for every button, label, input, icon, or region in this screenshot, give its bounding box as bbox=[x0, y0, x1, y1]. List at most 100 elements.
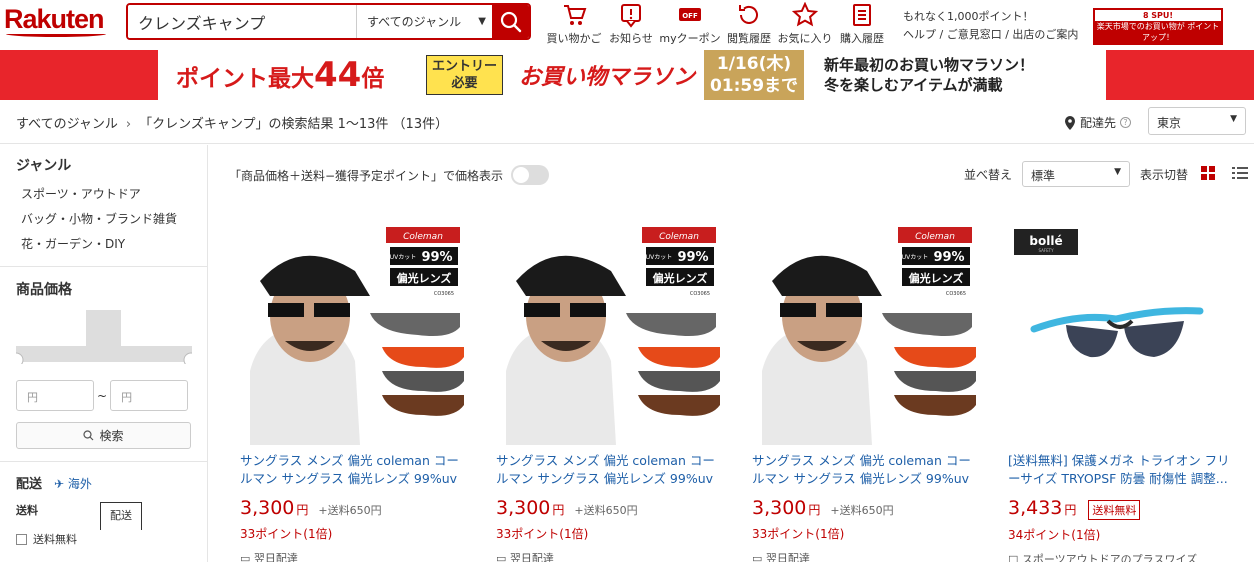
price-max-input[interactable]: 円 bbox=[110, 380, 189, 411]
price-currency: 円 bbox=[552, 503, 565, 517]
product-card[interactable]: Coleman UVカット 99% 偏光レンズ CO3065 サングラス メンズ… bbox=[496, 221, 720, 562]
svg-text:Coleman: Coleman bbox=[915, 232, 955, 242]
spu-banner[interactable]: 8 SPU! 楽天市場でのお買い物が ポイントアップ！ bbox=[1093, 8, 1223, 45]
header: Rakuten すべてのジャンル ▼ 買い物かご お知らせ OFF bbox=[0, 0, 1254, 50]
page: Rakuten すべてのジャンル ▼ 買い物かご お知らせ OFF bbox=[0, 0, 1254, 562]
campaign-points-suffix: 倍 bbox=[361, 66, 385, 92]
campaign-deadline: 1/16(木) 01:59まで bbox=[704, 50, 804, 100]
price-value: 3,300 bbox=[496, 497, 551, 519]
nav-label: 買い物かご bbox=[546, 32, 602, 45]
search-button[interactable] bbox=[492, 5, 529, 38]
svg-text:99%: 99% bbox=[933, 250, 964, 265]
notification-icon bbox=[621, 4, 641, 28]
free-shipping-badge: 送料無料 bbox=[1088, 500, 1141, 520]
safety-glasses-image: bollé SAFETY bbox=[1008, 221, 1232, 445]
header-links: もれなく1,000ポイント！ ヘルプ / ご意見窓口 / 出店のご案内 bbox=[903, 8, 1078, 44]
overseas-link[interactable]: ✈ 海外 bbox=[54, 475, 92, 492]
shop-icon: □ bbox=[1008, 553, 1019, 562]
free-shipping-checkbox[interactable] bbox=[16, 533, 27, 545]
price-search-button[interactable]: 検索 bbox=[16, 422, 191, 449]
price-histogram-slider[interactable] bbox=[16, 310, 192, 364]
list-view-icon[interactable] bbox=[1232, 166, 1248, 180]
nav-label: 購入履歴 bbox=[840, 32, 884, 45]
genre-link[interactable]: バッグ・小物・ブランド雑貨 bbox=[0, 206, 207, 231]
nav-label: myクーポン bbox=[659, 32, 721, 45]
airplane-icon: ✈ bbox=[54, 477, 65, 491]
price-currency: 円 bbox=[296, 503, 309, 517]
next-day-delivery: ▭ 翌日配達 bbox=[496, 550, 720, 562]
search-input[interactable] bbox=[128, 5, 356, 38]
delivery-truck-icon: ▭ bbox=[496, 552, 507, 562]
product-title[interactable]: サングラス メンズ 偏光 coleman コールマン サングラス 偏光レンズ 9… bbox=[752, 452, 976, 488]
prefecture-select[interactable]: 東京 ▼ bbox=[1148, 107, 1246, 135]
caret-down-icon: ▼ bbox=[478, 16, 486, 27]
nav-favorites[interactable]: お気に入り bbox=[776, 2, 834, 46]
main-content: 「商品価格＋送料−獲得予定ポイント」で価格表示 並べ替え 標準 ▼ 表示切替 C… bbox=[209, 145, 1254, 562]
campaign-points-value: 44 bbox=[314, 55, 362, 95]
campaign-entry-badge: エントリー 必要 bbox=[426, 55, 503, 95]
sort-select[interactable]: 標準 ▼ bbox=[1022, 161, 1130, 187]
product-price: 3,300 円 +送料650円 bbox=[496, 497, 720, 519]
points-notice[interactable]: もれなく1,000ポイント！ bbox=[903, 8, 1078, 26]
sunglasses-model-image: Coleman UVカット 99% 偏光レンズ CO3065 bbox=[496, 221, 720, 445]
search-result-summary: 「クレンズキャンプ」の検索結果 1〜13件 （13件） bbox=[139, 117, 449, 132]
view-toggle-label: 表示切替 bbox=[1140, 168, 1189, 182]
shipping-fee: +送料650円 bbox=[574, 504, 638, 517]
svg-text:bollé: bollé bbox=[1029, 234, 1062, 248]
help-links[interactable]: ヘルプ / ご意見窓口 / 出店のご案内 bbox=[903, 26, 1078, 44]
product-title[interactable]: サングラス メンズ 偏光 coleman コールマン サングラス 偏光レンズ 9… bbox=[496, 452, 720, 488]
genre-select-value: すべてのジャンル bbox=[367, 15, 462, 29]
delivery-text: 翌日配達 bbox=[253, 552, 298, 562]
nav-purchase-history[interactable]: 購入履歴 bbox=[834, 2, 890, 46]
shop-name[interactable]: □ スポーツアウトドアのプラスワイズ bbox=[1008, 551, 1232, 562]
product-card[interactable]: Coleman UVカット 99% 偏光レンズ CO3065 サングラス メンズ… bbox=[752, 221, 976, 562]
location-pin-icon bbox=[1065, 115, 1075, 130]
caret-down-icon: ▼ bbox=[1230, 114, 1237, 124]
price-range-separator: ~ bbox=[97, 388, 108, 403]
shipping-fee: +送料650円 bbox=[830, 504, 894, 517]
product-points: 33ポイント(1倍) bbox=[496, 527, 589, 541]
free-shipping-filter[interactable]: 送料無料 bbox=[16, 531, 77, 547]
delivery-text: 翌日配達 bbox=[765, 552, 810, 562]
product-card[interactable]: Coleman UVカット 99% 偏光レンズ CO3065 サングラス メンズ… bbox=[240, 221, 464, 562]
product-title[interactable]: サングラス メンズ 偏光 coleman コールマン サングラス 偏光レンズ 9… bbox=[240, 452, 464, 488]
ship-to-label: 配達先 bbox=[1080, 116, 1117, 130]
campaign-banner[interactable]: ポイント最大44倍 エントリー 必要 お買い物マラソン 1/16(木) 01:5… bbox=[0, 50, 1254, 100]
spu-banner-title: 8 SPU! bbox=[1095, 10, 1221, 21]
genre-link[interactable]: 花・ガーデン・DIY bbox=[0, 231, 207, 256]
entry-line1: エントリー bbox=[431, 59, 497, 74]
search-icon bbox=[83, 430, 94, 441]
nav-label: お知らせ bbox=[609, 32, 653, 45]
price-display-label: 「商品価格＋送料−獲得予定ポイント」で価格表示 bbox=[229, 168, 504, 183]
nav-cart[interactable]: 買い物かご bbox=[544, 2, 604, 46]
product-card[interactable]: bollé SAFETY [送料無料] 保護メガネ トライオン フリーサイズ T… bbox=[1008, 221, 1232, 562]
product-price: 3,433 円 送料無料 bbox=[1008, 497, 1232, 520]
search-icon bbox=[500, 11, 521, 32]
nav-notifications[interactable]: お知らせ bbox=[604, 2, 658, 46]
product-image[interactable]: Coleman UVカット 99% 偏光レンズ CO3065 bbox=[496, 221, 720, 445]
product-image[interactable]: Coleman UVカット 99% 偏光レンズ CO3065 bbox=[752, 221, 976, 445]
svg-text:偏光レンズ: 偏光レンズ bbox=[909, 271, 964, 285]
nav-history[interactable]: 閲覧履歴 bbox=[722, 2, 776, 46]
nav-label: お気に入り bbox=[777, 32, 833, 45]
search-bar: すべてのジャンル ▼ bbox=[126, 3, 531, 40]
price-currency: 円 bbox=[808, 503, 821, 517]
delivery-tab[interactable]: 配送 bbox=[100, 502, 142, 530]
price-search-label: 検索 bbox=[99, 429, 124, 443]
genre-link[interactable]: スポーツ・アウトドア bbox=[0, 181, 207, 206]
grid-view-icon[interactable] bbox=[1201, 166, 1215, 180]
product-image[interactable]: bollé SAFETY bbox=[1008, 221, 1232, 445]
price-min-input[interactable]: 円 bbox=[16, 380, 94, 411]
genre-heading: ジャンル bbox=[16, 158, 72, 174]
breadcrumb-root[interactable]: すべてのジャンル bbox=[16, 117, 118, 132]
shopping-cart-icon bbox=[564, 5, 587, 25]
product-title[interactable]: [送料無料] 保護メガネ トライオン フリーサイズ TRYOPSF 防曇 耐傷性… bbox=[1008, 452, 1232, 488]
help-icon[interactable]: ? bbox=[1120, 117, 1132, 128]
price-display-toggle[interactable] bbox=[511, 165, 550, 185]
campaign-desc-line1: 新年最初のお買い物マラソン！ bbox=[824, 56, 1035, 74]
genre-select[interactable]: すべてのジャンル ▼ bbox=[356, 5, 492, 38]
nav-coupon[interactable]: OFF myクーポン bbox=[658, 2, 722, 46]
product-image[interactable]: Coleman UVカット 99% 偏光レンズ CO3065 bbox=[240, 221, 464, 445]
campaign-title: お買い物マラソン bbox=[519, 65, 696, 90]
sidebar: ジャンル スポーツ・アウトドア バッグ・小物・ブランド雑貨 花・ガーデン・DIY… bbox=[0, 145, 208, 562]
